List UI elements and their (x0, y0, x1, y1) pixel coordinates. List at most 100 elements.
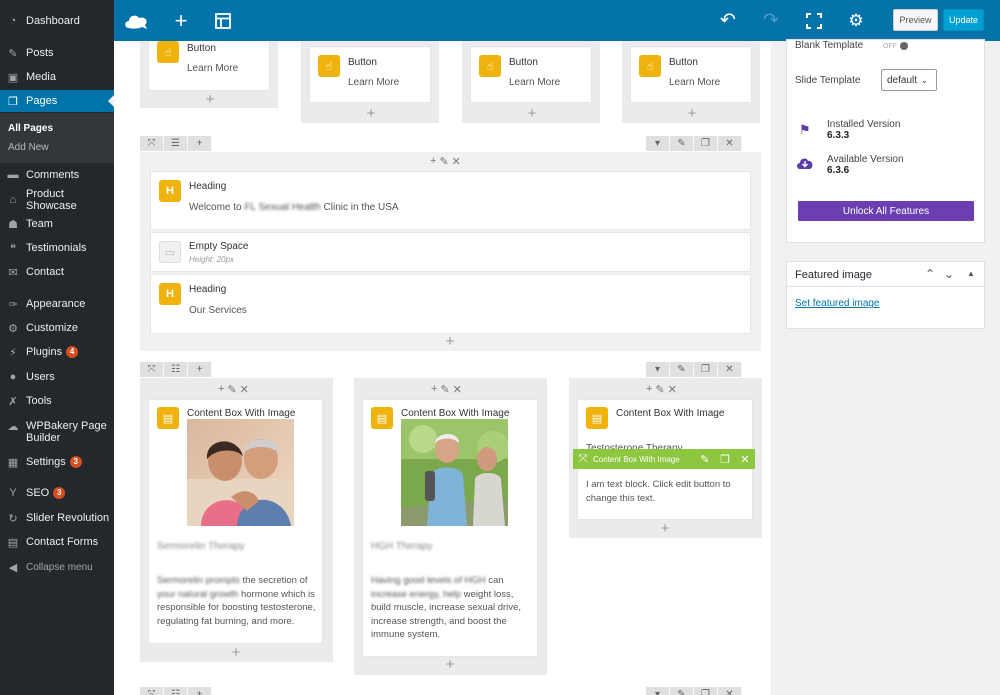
preview-button[interactable]: Preview (893, 9, 938, 31)
move-up-icon[interactable]: ⌃ (925, 267, 935, 281)
add-to-column-icon[interactable]: + (525, 106, 539, 121)
edit-row-icon[interactable]: ✎ (670, 362, 694, 377)
sidebar-item-settings[interactable]: ▦ Settings 3 (0, 451, 114, 473)
add-icon[interactable]: + (646, 383, 652, 395)
button-element-3[interactable]: ☝ Button Learn More (470, 46, 592, 103)
pencil-icon[interactable]: ✎ (440, 383, 449, 396)
set-featured-image-link[interactable]: Set featured image (795, 298, 880, 309)
delete-element-icon[interactable]: ✕ (735, 449, 755, 469)
add-to-column-icon[interactable]: + (443, 334, 457, 349)
blank-template-toggle[interactable]: OFF (883, 40, 915, 52)
sidebar-item-tools[interactable]: ✗ Tools (0, 390, 114, 412)
edit-row-icon[interactable]: ✎ (670, 687, 694, 695)
add-to-column-icon[interactable]: + (685, 106, 699, 121)
pencil-icon[interactable]: ✎ (655, 383, 664, 396)
sidebar-item-pages[interactable]: ❐ Pages (0, 90, 114, 112)
add-element-icon[interactable]: + (168, 0, 194, 41)
row-layout-icon[interactable]: ☷ (164, 362, 188, 377)
add-to-column-icon[interactable]: + (203, 92, 217, 107)
column-controls: + ✎ ✕ (431, 383, 462, 396)
templates-icon[interactable] (211, 0, 235, 41)
move-element-icon[interactable]: ⤧ (573, 449, 593, 469)
settings-gear-icon[interactable]: ⚙ (844, 0, 868, 41)
pencil-icon[interactable]: ✎ (439, 155, 448, 168)
close-icon[interactable]: ✕ (668, 383, 677, 396)
pencil-icon[interactable]: ✎ (227, 383, 236, 396)
submenu-all-pages[interactable]: All Pages (8, 123, 53, 134)
button-element-4[interactable]: ☝ Button Learn More (630, 46, 752, 103)
delete-row-icon[interactable]: ✕ (718, 362, 742, 377)
clone-row-icon[interactable]: ❐ (694, 687, 718, 695)
sidebar-item-customize[interactable]: ⚙ Customize (0, 317, 114, 339)
edit-row-icon[interactable]: ✎ (670, 136, 694, 151)
delete-row-icon[interactable]: ✕ (718, 136, 742, 151)
sidebar-item-comments[interactable]: ▬ Comments (0, 164, 114, 186)
row-layout-icon[interactable]: ☰ (164, 136, 188, 151)
add-icon[interactable]: + (430, 155, 436, 167)
unlock-all-features-button[interactable]: Unlock All Features (798, 201, 974, 221)
sidebar-item-slider-revolution[interactable]: ↻ Slider Revolution (0, 507, 114, 529)
featured-image-header: Featured image ⌃ ⌄ ▲ (787, 262, 984, 287)
button-element-1[interactable]: ☝ Button Learn More (148, 41, 270, 91)
edit-element-icon[interactable]: ✎ (695, 449, 715, 469)
empty-space-element[interactable]: ▭ Empty Space Height: 20px (150, 232, 751, 272)
sidebar-item-testimonials[interactable]: ❝ Testimonials (0, 237, 114, 259)
hand-pointer-icon: ☝ (479, 55, 501, 77)
add-icon[interactable]: + (431, 383, 437, 395)
sidebar-item-plugins[interactable]: ⚡ Plugins 4 (0, 341, 114, 363)
add-to-column-icon[interactable]: + (364, 106, 378, 121)
delete-row-icon[interactable]: ✕ (718, 687, 742, 695)
sidebar-item-product-showcase[interactable]: ⌂ Product Showcase (0, 188, 114, 212)
add-to-column-icon[interactable]: + (658, 521, 672, 536)
sidebar-item-contact[interactable]: ✉ Contact (0, 261, 114, 283)
move-row-icon[interactable]: ⤧ (140, 687, 164, 695)
update-button[interactable]: Update (943, 9, 984, 31)
move-row-icon[interactable]: ⤧ (140, 362, 164, 377)
add-column-icon[interactable]: + (188, 362, 212, 377)
sidebar-item-media[interactable]: ▣ Media (0, 66, 114, 88)
clone-row-icon[interactable]: ❐ (694, 136, 718, 151)
move-down-icon[interactable]: ⌄ (944, 267, 954, 281)
chevron-down-icon[interactable]: ▾ (646, 136, 670, 151)
content-box-element-2[interactable]: ▤ Content Box With Image HGH Therapy Hav… (362, 399, 538, 657)
add-column-icon[interactable]: + (188, 687, 212, 695)
move-row-icon[interactable]: ⤧ (140, 136, 164, 151)
featured-image-box: Featured image ⌃ ⌄ ▲ Set featured image (786, 261, 985, 329)
close-icon[interactable]: ✕ (240, 383, 249, 396)
sidebar-item-contact-forms[interactable]: ▤ Contact Forms (0, 531, 114, 553)
add-column-icon[interactable]: + (188, 136, 212, 151)
add-to-column-icon[interactable]: + (229, 645, 243, 660)
button-element-2[interactable]: ☝ Button Learn More (309, 46, 431, 103)
close-icon[interactable]: ✕ (453, 383, 462, 396)
sidebar-item-wpbakery[interactable]: ☁ WPBakery Page Builder (0, 419, 114, 447)
sidebar-item-team[interactable]: ☗ Team (0, 213, 114, 235)
add-to-column-icon[interactable]: + (443, 657, 457, 672)
chevron-down-icon[interactable]: ▾ (646, 687, 670, 695)
fullscreen-icon[interactable] (802, 0, 826, 41)
sidebar-item-users[interactable]: ● Users (0, 366, 114, 388)
pages-submenu: All Pages Add New (0, 113, 114, 163)
chevron-down-icon[interactable]: ▾ (646, 362, 670, 377)
collapse-panel-icon[interactable]: ▲ (967, 269, 975, 278)
heading-element-1[interactable]: H Heading Welcome to FL Sexual Health Cl… (150, 171, 751, 230)
wpbakery-logo-icon[interactable] (122, 0, 152, 41)
add-icon[interactable]: + (218, 383, 224, 395)
collapse-menu-button[interactable]: ◀ Collapse menu (0, 556, 114, 578)
sidebar-item-seo[interactable]: Y SEO 3 (0, 482, 114, 504)
close-icon[interactable]: ✕ (452, 155, 461, 168)
content-box-element-1[interactable]: ▤ Content Box With Image Sermorelin Ther… (148, 399, 323, 644)
element-hover-controls: ⤧ Content Box With Image ✎ ❐ ✕ (573, 449, 755, 469)
sidebar-item-dashboard[interactable]: ◔ Dashboard (0, 10, 114, 32)
slide-template-select[interactable]: default ⌄ (881, 69, 937, 91)
heading-element-2[interactable]: H Heading Our Services (150, 274, 751, 334)
hand-pointer-icon: ☝ (318, 55, 340, 77)
submenu-add-new[interactable]: Add New (8, 142, 49, 153)
clone-row-icon[interactable]: ❐ (694, 362, 718, 377)
flag-icon: ⚑ (799, 122, 811, 137)
clone-element-icon[interactable]: ❐ (715, 449, 735, 469)
sidebar-item-appearance[interactable]: ✑ Appearance (0, 293, 114, 315)
refresh-icon: ↻ (8, 512, 18, 525)
sidebar-item-posts[interactable]: ✎ Posts (0, 42, 114, 64)
undo-icon[interactable]: ↶ (716, 0, 740, 41)
row-layout-icon[interactable]: ☷ (164, 687, 188, 695)
